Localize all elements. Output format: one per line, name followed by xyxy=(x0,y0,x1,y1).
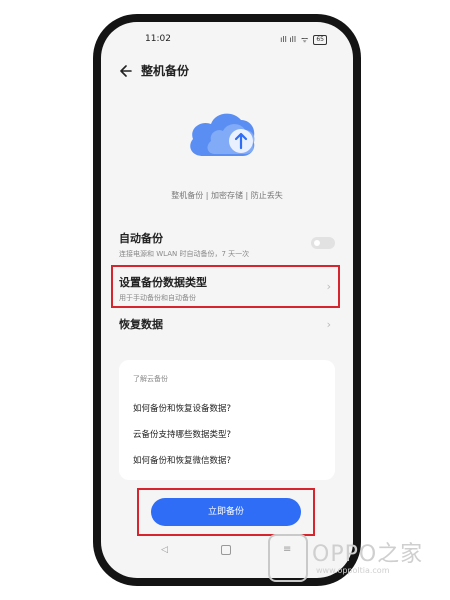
nav-home-icon[interactable] xyxy=(221,545,231,555)
status-bar: 11:02 ıll ıll ᯤ 65 xyxy=(101,34,353,50)
status-icons: ıll ıll ᯤ 65 xyxy=(280,34,327,45)
tagline: 整机备份 | 加密存储 | 防止丢失 xyxy=(171,191,283,200)
signal-icon: ıll ıll xyxy=(280,35,297,44)
faq-item[interactable]: 云备份支持哪些数据类型? xyxy=(133,428,231,440)
page-title: 整机备份 xyxy=(141,64,190,78)
wifi-icon: ᯤ xyxy=(301,35,309,44)
chevron-right-icon: › xyxy=(326,318,331,331)
restore-data-title: 恢复数据 xyxy=(119,318,163,331)
restore-data-row[interactable]: 恢复数据 › xyxy=(119,316,335,340)
backup-now-button[interactable]: 立即备份 xyxy=(151,498,301,526)
status-time: 11:02 xyxy=(145,34,171,44)
battery-icon: 65 xyxy=(313,34,327,45)
auto-backup-toggle[interactable] xyxy=(311,237,335,249)
highlight-box xyxy=(111,265,340,308)
nav-back-icon[interactable]: ◁ xyxy=(161,545,168,555)
phone-screen: 11:02 ıll ıll ᯤ 65 整机备份 整机备份 | 加密存储 | 防止… xyxy=(101,22,353,578)
faq-item[interactable]: 如何备份和恢复微信数据? xyxy=(133,454,231,466)
faq-heading: 了解云备份 xyxy=(133,375,168,383)
cloud-upload-icon xyxy=(190,113,255,156)
faq-card: 了解云备份 如何备份和恢复设备数据? 云备份支持哪些数据类型? 如何备份和恢复微… xyxy=(119,360,335,480)
auto-backup-subtitle: 连接电源和 WLAN 时自动备份，7 天一次 xyxy=(119,250,250,258)
auto-backup-row[interactable]: 自动备份 连接电源和 WLAN 时自动备份，7 天一次 xyxy=(119,230,335,262)
toggle-knob xyxy=(314,240,320,246)
faq-item[interactable]: 如何备份和恢复设备数据? xyxy=(133,402,231,414)
header: 整机备份 xyxy=(101,62,353,86)
watermark: OPPO之家 www.oppoltia.com xyxy=(268,534,438,584)
auto-backup-title: 自动备份 xyxy=(119,232,163,245)
watermark-url: www.oppoltia.com xyxy=(316,566,390,575)
watermark-brand: OPPO之家 xyxy=(312,542,424,567)
back-arrow-icon[interactable] xyxy=(117,63,133,79)
watermark-logo-icon xyxy=(268,534,308,582)
